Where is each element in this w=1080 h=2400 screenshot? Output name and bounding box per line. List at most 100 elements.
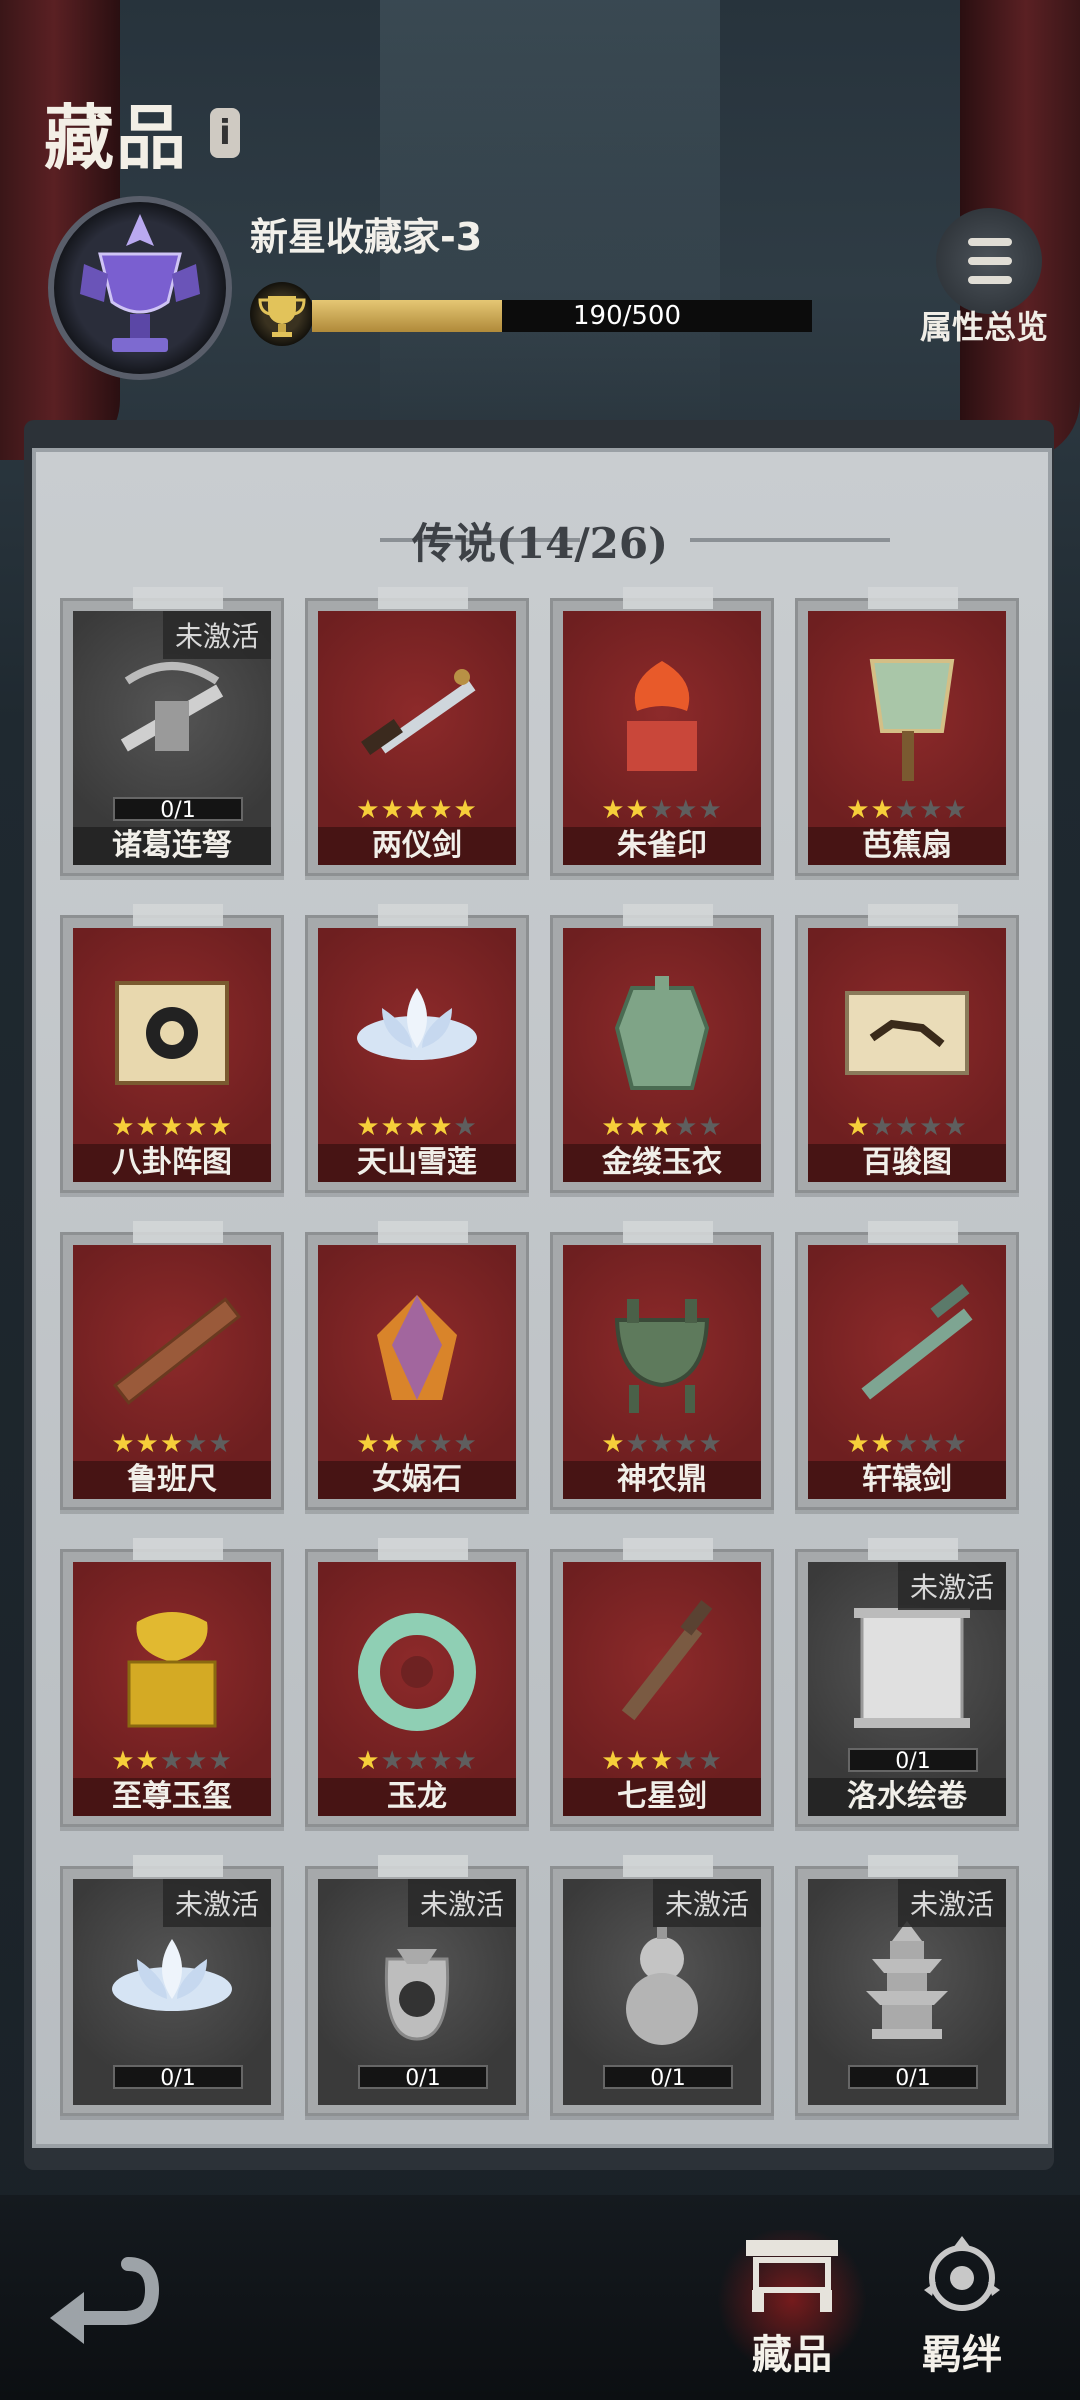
card-inner: ★★★★★ 女娲石 [318,1245,516,1499]
item-name: 至尊玉玺 [73,1778,271,1816]
sword-icon [342,641,492,791]
star-rating: ★★★★★ [318,1746,516,1776]
fragment-count: 0/1 [113,797,243,823]
progress-text: 190/500 [572,301,681,331]
collection-card[interactable]: ★★★★★ 神农鼎 [550,1221,774,1510]
star-filled-icon: ★ [111,1429,136,1459]
collection-card[interactable]: ★★★★★ 两仪剑 [305,587,529,876]
star-filled-icon: ★ [356,1746,381,1776]
tab-collection[interactable]: 藏品 [712,2230,872,2380]
card-inner: 未激活 0/1 诸葛连弩 [73,611,271,865]
collection-card[interactable]: ★★★★★ 至尊玉玺 [60,1538,284,1827]
tab-bond[interactable]: 羁绊 [892,2230,1032,2380]
collection-card[interactable]: ★★★★★ 朱雀印 [550,587,774,876]
collection-card[interactable]: ★★★★★ 轩辕剑 [795,1221,1019,1510]
star-rating: ★★★★★ [808,1112,1006,1142]
trophy-icon [250,282,314,346]
tape-decoration [868,1538,958,1560]
scroll-icon [832,1592,982,1742]
bronze-sword-icon [587,1592,737,1742]
star-filled-icon: ★ [601,1746,626,1776]
star-filled-icon: ★ [184,1112,209,1142]
attribute-overview-button[interactable] [936,208,1042,314]
star-empty-icon: ★ [698,795,723,825]
item-name: 朱雀印 [563,827,761,865]
star-rating: ★★★★★ [808,1429,1006,1459]
item-name: 鲁班尺 [73,1461,271,1499]
collection-card[interactable]: ★★★★★ 玉龙 [305,1538,529,1827]
star-filled-icon: ★ [649,1746,675,1776]
fragment-count: 0/1 [848,1748,978,1774]
tape-decoration [133,1855,223,1877]
info-icon[interactable]: i [210,108,240,158]
star-filled-icon: ★ [208,1112,233,1142]
collection-card[interactable]: ★★★★★ 芭蕉扇 [795,587,1019,876]
card-inner: ★★★★★ 神农鼎 [563,1245,761,1499]
star-empty-icon: ★ [698,1429,723,1459]
star-empty-icon: ★ [894,795,920,825]
tape-decoration [133,1538,223,1560]
star-filled-icon: ★ [625,1112,650,1142]
collection-card[interactable]: ★★★★★ 七星剑 [550,1538,774,1827]
collection-card[interactable]: 未激活 0/1 [795,1855,1019,2116]
card-inner: ★★★★★ 八卦阵图 [73,928,271,1182]
tape-decoration [868,1855,958,1877]
card-inner: 未激活 0/1 洛水绘卷 [808,1562,1006,1816]
tape-decoration [623,904,713,926]
collection-card[interactable]: 未激活 0/1 [550,1855,774,2116]
tape-decoration [868,904,958,926]
star-filled-icon: ★ [135,1429,160,1459]
star-filled-icon: ★ [601,1112,626,1142]
collection-card[interactable]: 未激活 0/1 [305,1855,529,2116]
card-inner: ★★★★★ 芭蕉扇 [808,611,1006,865]
star-rating: ★★★★★ [563,1112,761,1142]
card-inner: 未激活 0/1 [73,1879,271,2105]
back-button[interactable] [40,2240,160,2350]
collection-card[interactable]: 未激活 0/1 洛水绘卷 [795,1538,1019,1827]
item-name: 诸葛连弩 [73,827,271,865]
collection-card[interactable]: ★★★★★ 八卦阵图 [60,904,284,1193]
item-name: 轩辕剑 [808,1461,1006,1499]
collection-card[interactable]: ★★★★★ 百骏图 [795,904,1019,1193]
star-empty-icon: ★ [870,1112,895,1142]
tape-decoration [868,1221,958,1243]
card-inner: ★★★★★ 天山雪莲 [318,928,516,1182]
star-filled-icon: ★ [870,795,895,825]
star-empty-icon: ★ [453,1429,478,1459]
tape-decoration [623,1538,713,1560]
attribute-overview-label[interactable]: 属性总览 [920,302,1048,348]
star-rating: ★★★★★ [73,1112,271,1142]
collection-card[interactable]: ★★★★★ 女娲石 [305,1221,529,1510]
collection-card[interactable]: 未激活 0/1 诸葛连弩 [60,587,284,876]
gourd-icon [587,1909,737,2059]
star-filled-icon: ★ [380,795,405,825]
star-empty-icon: ★ [649,1429,675,1459]
card-inner: ★★★★★ 玉龙 [318,1562,516,1816]
inactive-badge: 未激活 [162,1879,271,1927]
item-name: 神农鼎 [563,1461,761,1499]
star-empty-icon: ★ [894,1429,920,1459]
star-rating: ★★★★★ [73,1429,271,1459]
collection-card[interactable]: 未激活 0/1 [60,1855,284,2116]
collection-card[interactable]: ★★★★★ 鲁班尺 [60,1221,284,1510]
card-inner: 未激活 0/1 [808,1879,1006,2105]
star-empty-icon: ★ [404,1746,430,1776]
star-filled-icon: ★ [404,795,430,825]
star-empty-icon: ★ [698,1112,723,1142]
collection-card[interactable]: ★★★★★ 天山雪莲 [305,904,529,1193]
collection-card[interactable]: ★★★★★ 金缕玉衣 [550,904,774,1193]
star-empty-icon: ★ [919,795,944,825]
star-filled-icon: ★ [135,1746,160,1776]
star-filled-icon: ★ [111,1112,136,1142]
star-filled-icon: ★ [356,795,381,825]
star-empty-icon: ★ [919,1112,944,1142]
star-filled-icon: ★ [453,795,478,825]
inactive-badge: 未激活 [162,611,271,659]
star-empty-icon: ★ [453,1746,478,1776]
jade-armor-icon [587,958,737,1108]
card-inner: ★★★★★ 至尊玉玺 [73,1562,271,1816]
star-filled-icon: ★ [356,1429,381,1459]
star-empty-icon: ★ [894,1112,920,1142]
star-empty-icon: ★ [380,1746,405,1776]
star-empty-icon: ★ [919,1429,944,1459]
